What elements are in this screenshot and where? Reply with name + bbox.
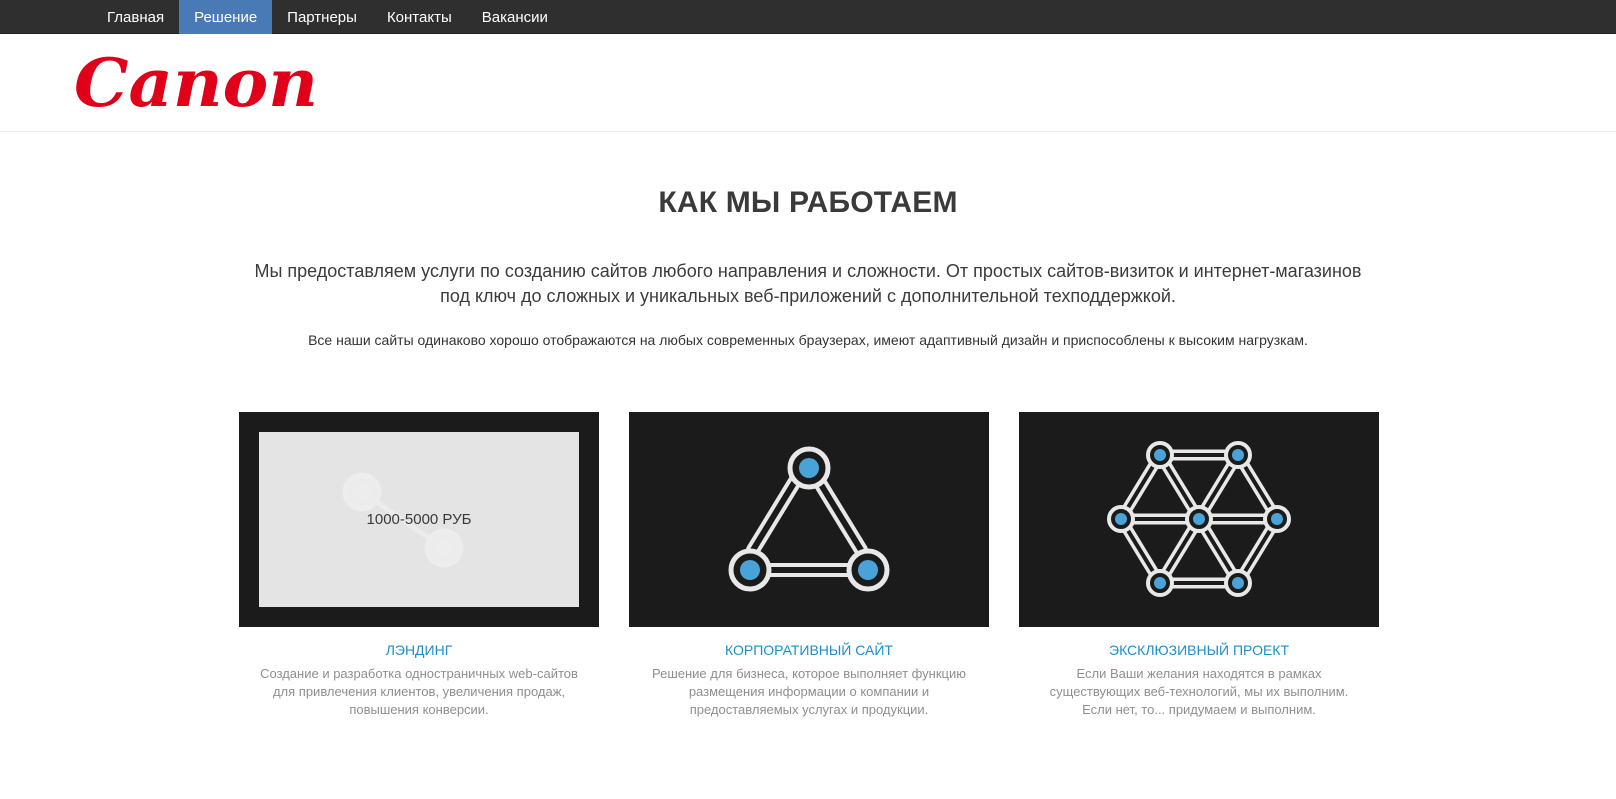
svg-text:Canon: Canon [74,56,318,110]
lead-paragraph: Мы предоставляем услуги по созданию сайт… [254,261,1362,306]
card-corporate-title[interactable]: КОРПОРАТИВНЫЙ САЙТ [629,642,989,658]
page-title: КАК МЫ РАБОТАЕМ [658,186,958,219]
canon-logo[interactable]: Canon [74,56,319,110]
nav-item-partners[interactable]: Партнеры [272,0,372,34]
triangle-network-icon [728,446,890,592]
card-corporate-image[interactable] [629,412,989,627]
price-overlay[interactable]: 1000-5000 РУБ [259,432,579,607]
card-landing-image[interactable]: 1000-5000 РУБ [239,412,599,627]
nav-item-contacts[interactable]: Контакты [372,0,467,34]
card-exclusive-title[interactable]: ЭКСКЛЮЗИВНЫЙ ПРОЕКТ [1019,642,1379,658]
hex-network-icon [1107,441,1291,597]
price-label: 1000-5000 РУБ [366,511,472,528]
note-paragraph: Все наши сайты одинаково хорошо отобража… [308,332,1308,348]
top-navigation: Главная Решение Партнеры Контакты Ваканс… [0,0,1616,34]
card-landing-description: Создание и разработка одностраничных web… [260,666,578,717]
nav-item-home[interactable]: Главная [92,0,179,34]
site-header: Canon [0,34,1616,132]
nav-item-vacancies[interactable]: Вакансии [467,0,563,34]
card-exclusive-description: Если Ваши желания находятся в рамках сущ… [1049,666,1349,717]
card-landing-title[interactable]: ЛЭНДИНГ [239,642,599,658]
card-exclusive-image[interactable] [1019,412,1379,627]
card-corporate-description: Решение для бизнеса, которое выполняет ф… [651,666,967,717]
nav-item-solution[interactable]: Решение [179,0,273,34]
